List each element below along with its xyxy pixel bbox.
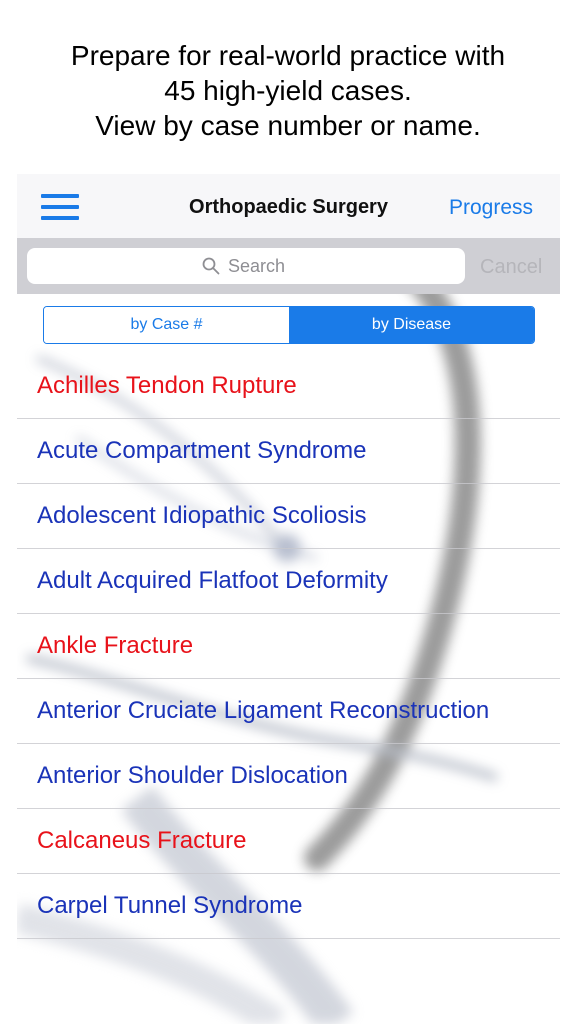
sort-segmented-control: by Case # by Disease [43, 306, 535, 344]
case-name: Acute Compartment Syndrome [37, 437, 367, 464]
progress-button[interactable]: Progress [449, 196, 533, 220]
case-list-item[interactable]: Ankle Fracture [17, 614, 560, 679]
page-title: Orthopaedic Surgery [189, 196, 388, 218]
search-bar: Search Cancel [17, 238, 560, 294]
search-input[interactable]: Search [27, 248, 465, 284]
app-screen: Orthopaedic Surgery Progress Search Canc… [17, 174, 560, 1024]
case-list-item[interactable]: Anterior Cruciate Ligament Reconstructio… [17, 679, 560, 744]
case-name: Anterior Shoulder Dislocation [37, 762, 348, 789]
hamburger-menu-icon[interactable] [41, 194, 79, 222]
segment-by-disease[interactable]: by Disease [289, 307, 534, 343]
promo-line-3: View by case number or name. [95, 110, 481, 141]
case-name: Calcaneus Fracture [37, 827, 247, 854]
case-list-item[interactable]: Anterior Shoulder Dislocation [17, 744, 560, 809]
case-name: Adult Acquired Flatfoot Deformity [37, 567, 388, 594]
promo-caption: Prepare for real-world practice with 45 … [0, 0, 576, 174]
case-name: Carpel Tunnel Syndrome [37, 892, 303, 919]
cancel-button[interactable]: Cancel [480, 256, 542, 279]
navigation-bar: Orthopaedic Surgery Progress [17, 174, 560, 239]
case-list-item[interactable]: Adolescent Idiopathic Scoliosis [17, 484, 560, 549]
case-name: Achilles Tendon Rupture [37, 372, 297, 399]
case-list: Achilles Tendon Rupture Acute Compartment… [17, 354, 560, 939]
case-list-item[interactable]: Adult Acquired Flatfoot Deformity [17, 549, 560, 614]
case-name: Ankle Fracture [37, 632, 194, 659]
promo-line-1: Prepare for real-world practice with [70, 40, 506, 71]
case-list-item[interactable]: Carpel Tunnel Syndrome [17, 874, 560, 939]
case-name: Anterior Cruciate Ligament Reconstructio… [37, 697, 490, 724]
case-list-item[interactable]: Acute Compartment Syndrome [17, 419, 560, 484]
case-list-item[interactable]: Achilles Tendon Rupture [17, 354, 560, 419]
promo-line-2: 45 high-yield cases. [164, 75, 412, 106]
segment-by-case-number[interactable]: by Case # [44, 307, 289, 343]
case-list-item[interactable]: Calcaneus Fracture [17, 809, 560, 874]
case-name: Adolescent Idiopathic Scoliosis [37, 502, 367, 529]
